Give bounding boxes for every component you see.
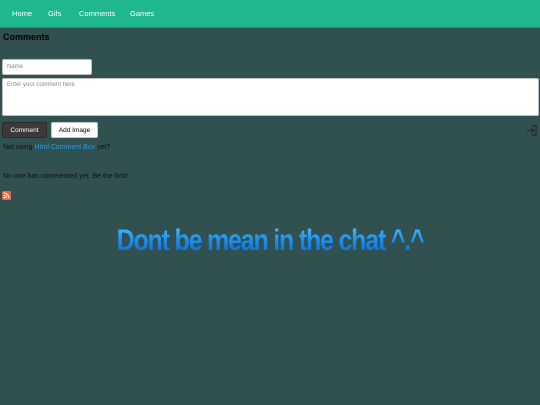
navbar: Home Gifs Comments Games (0, 0, 540, 28)
nav-comments-link[interactable]: Comments (79, 9, 115, 18)
add-image-button[interactable]: Add Image (51, 122, 98, 138)
promo-prefix: Not using (3, 144, 35, 151)
nav-games-link[interactable]: Games (130, 9, 154, 18)
comment-button[interactable]: Comment (2, 122, 47, 138)
page-title: Comments (3, 32, 50, 42)
chat-banner: Dont be mean in the chat ^.^ (0, 224, 540, 258)
nav-home-link[interactable]: Home (12, 9, 32, 18)
nav-gifs-link[interactable]: Gifs (48, 9, 61, 18)
html-comment-box-link[interactable]: Html Comment Box (35, 144, 96, 151)
empty-comments-message: No one has commented yet. Be the first! (3, 173, 128, 180)
promo-text: Not using Html Comment Box yet? (3, 144, 110, 151)
promo-suffix: yet? (95, 144, 111, 151)
rss-icon[interactable] (2, 187, 11, 200)
comment-textarea[interactable] (2, 78, 539, 116)
login-icon[interactable] (526, 123, 537, 136)
name-input[interactable] (2, 59, 92, 75)
